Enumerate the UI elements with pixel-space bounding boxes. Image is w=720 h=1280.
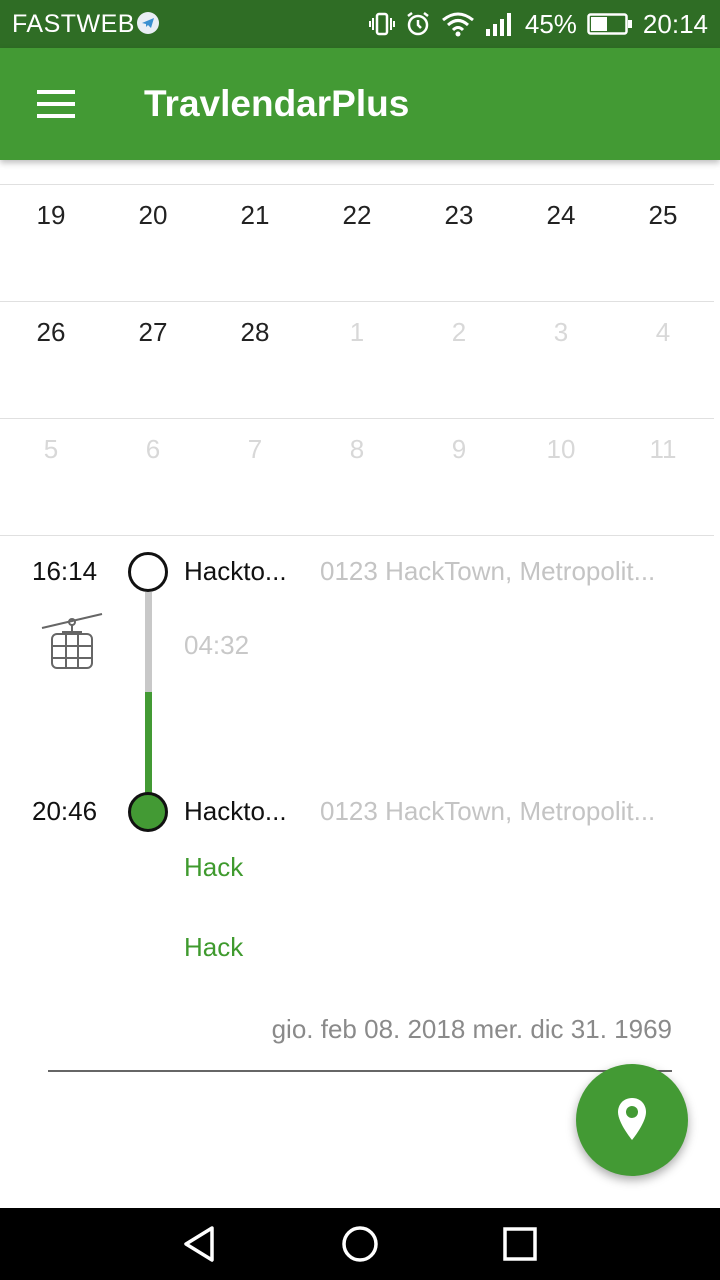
calendar-day[interactable]: 25 bbox=[612, 200, 714, 231]
calendar-week: 19 20 21 22 23 24 25 bbox=[0, 200, 714, 260]
arrival-marker bbox=[128, 792, 168, 832]
calendar-day[interactable]: 4 bbox=[612, 317, 714, 348]
menu-icon[interactable] bbox=[30, 84, 82, 124]
timeline-rail-pending bbox=[145, 592, 152, 692]
system-nav-bar bbox=[0, 1208, 720, 1280]
calendar-day[interactable]: 7 bbox=[204, 434, 306, 465]
arrival-time: 20:46 bbox=[32, 796, 98, 826]
departure-name[interactable]: Hackto... bbox=[184, 556, 287, 587]
calendar-day[interactable]: 10 bbox=[510, 434, 612, 465]
back-icon[interactable] bbox=[180, 1224, 220, 1264]
calendar-day[interactable]: 20 bbox=[102, 200, 204, 231]
event-link[interactable]: Hack bbox=[184, 852, 243, 883]
battery-icon bbox=[587, 13, 632, 35]
calendar-day[interactable]: 28 bbox=[204, 317, 306, 348]
calendar-day[interactable]: 2 bbox=[408, 317, 510, 348]
calendar-day[interactable]: 19 bbox=[0, 200, 102, 231]
cable-car-icon bbox=[40, 612, 104, 677]
date-range: gio. feb 08. 2018 mer. dic 31. 1969 bbox=[271, 1014, 672, 1044]
calendar-day[interactable]: 26 bbox=[0, 317, 102, 348]
calendar-day[interactable]: 23 bbox=[408, 200, 510, 231]
departure-marker bbox=[128, 552, 168, 592]
departure-address[interactable]: 0123 HackTown, Metropolit... bbox=[320, 556, 686, 587]
calendar-day[interactable]: 9 bbox=[408, 434, 510, 465]
app-title: TravlendarPlus bbox=[144, 83, 410, 124]
recents-icon[interactable] bbox=[500, 1224, 540, 1264]
trip-duration: 04:32 bbox=[184, 630, 250, 660]
signal-icon bbox=[485, 13, 511, 36]
calendar-day[interactable]: 3 bbox=[510, 317, 612, 348]
timeline-rail-progress bbox=[145, 692, 152, 796]
carrier-name: FASTWEB bbox=[12, 10, 135, 38]
home-icon[interactable] bbox=[340, 1224, 380, 1264]
status-bar: FASTWEB 45% 20:14 bbox=[0, 0, 720, 48]
calendar-day[interactable]: 1 bbox=[306, 317, 408, 348]
alarm-icon bbox=[407, 12, 429, 36]
wifi-icon bbox=[441, 12, 474, 37]
calendar-day[interactable]: 24 bbox=[510, 200, 612, 231]
vibrate-icon bbox=[368, 12, 395, 36]
calendar-divider bbox=[0, 418, 714, 419]
clock: 20:14 bbox=[642, 8, 708, 39]
battery-percent: 45% bbox=[524, 8, 577, 39]
location-fab[interactable] bbox=[576, 1064, 688, 1176]
calendar-day[interactable]: 6 bbox=[102, 434, 204, 465]
calendar-day[interactable]: 27 bbox=[102, 317, 204, 348]
calendar-week: 26 27 28 1 2 3 4 bbox=[0, 317, 714, 377]
arrival-name[interactable]: Hackto... bbox=[184, 796, 287, 827]
date-divider bbox=[48, 1070, 672, 1072]
calendar-divider bbox=[0, 535, 714, 536]
calendar-divider bbox=[0, 301, 714, 302]
event-link[interactable]: Hack bbox=[184, 932, 243, 963]
calendar-divider bbox=[0, 184, 714, 185]
app-bar: TravlendarPlus bbox=[0, 48, 720, 160]
calendar-day[interactable]: 11 bbox=[612, 434, 714, 465]
arrival-address[interactable]: 0123 HackTown, Metropolit... bbox=[320, 796, 686, 827]
calendar-day[interactable]: 22 bbox=[306, 200, 408, 231]
calendar-day[interactable]: 8 bbox=[306, 434, 408, 465]
departure-time: 16:14 bbox=[32, 556, 98, 586]
telegram-icon bbox=[137, 12, 159, 34]
calendar-day[interactable]: 21 bbox=[204, 200, 306, 231]
map-pin-icon bbox=[618, 1098, 646, 1140]
calendar-week: 5 6 7 8 9 10 11 bbox=[0, 434, 714, 494]
calendar-day[interactable]: 5 bbox=[0, 434, 102, 465]
